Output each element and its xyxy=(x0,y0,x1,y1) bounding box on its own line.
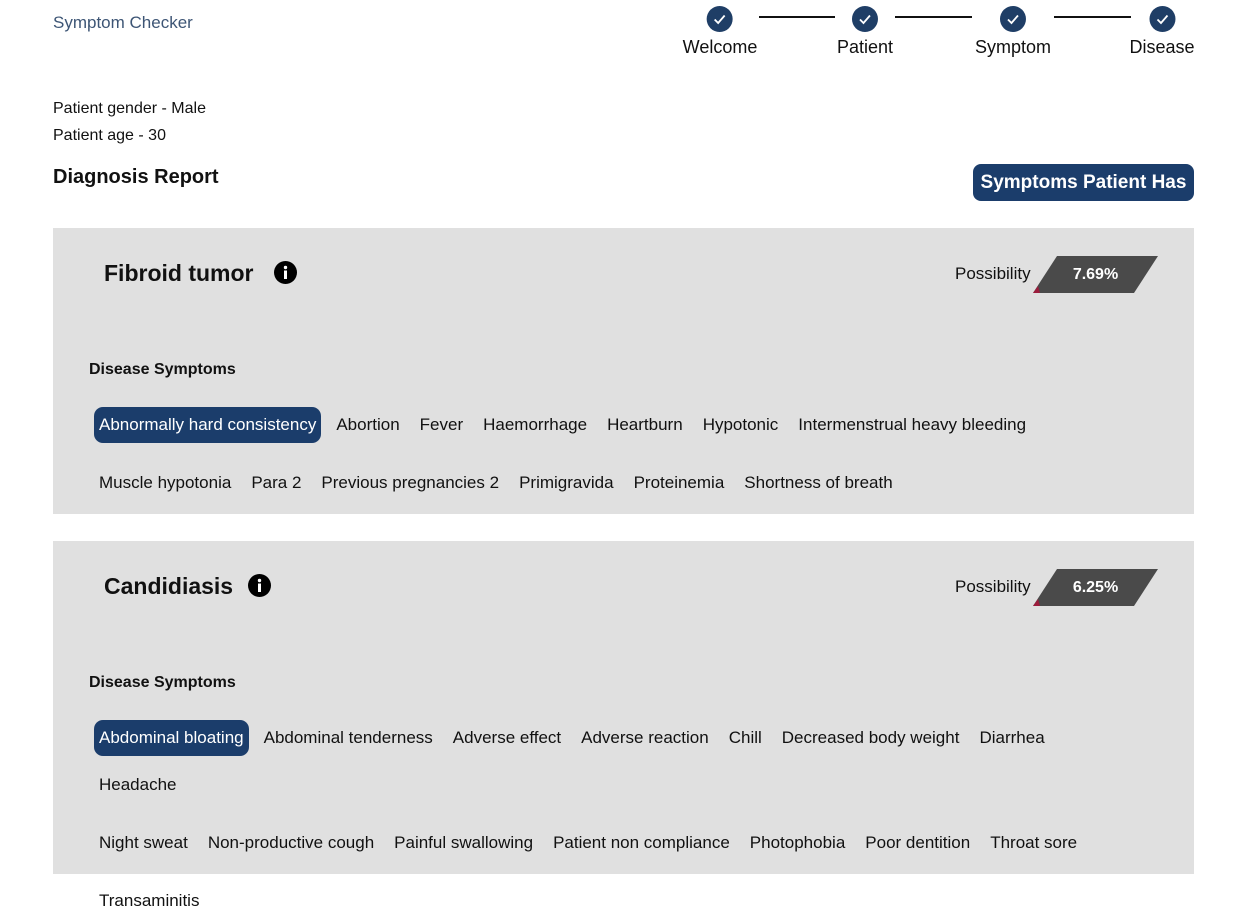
symptom-chip[interactable]: Haemorrhage xyxy=(478,407,592,443)
symptom-chips: Abdominal bloating Abdominal tenderness … xyxy=(94,720,1154,919)
patient-age: Patient age - 30 xyxy=(53,127,166,144)
disease-name: Fibroid tumor xyxy=(104,260,254,286)
symptom-chip[interactable]: Abdominal tenderness xyxy=(259,720,438,756)
info-icon[interactable] xyxy=(248,574,271,597)
symptom-chip[interactable]: Headache xyxy=(94,767,182,803)
symptom-chip[interactable]: Abnormally hard consistency xyxy=(94,407,322,443)
possibility-label: Possibility xyxy=(955,577,1031,596)
symptom-chip[interactable]: Diarrhea xyxy=(974,720,1049,756)
step-label: Disease xyxy=(1129,37,1195,57)
symptom-chip[interactable]: Transaminitis xyxy=(94,883,204,919)
symptom-chip[interactable]: Abdominal bloating xyxy=(94,720,249,756)
disease-name: Candidiasis xyxy=(104,573,234,599)
symptom-chip[interactable]: Patient non compliance xyxy=(548,825,735,861)
progress-stepper: Welcome Patient Symptom Disease xyxy=(0,6,1246,66)
info-icon[interactable] xyxy=(274,261,297,284)
step-welcome[interactable]: Welcome xyxy=(682,6,758,58)
symptom-chip[interactable]: Poor dentition xyxy=(860,825,975,861)
step-symptom[interactable]: Symptom xyxy=(975,6,1051,58)
symptoms-patient-has-button[interactable]: Symptoms Patient Has xyxy=(973,164,1194,201)
symptom-chip[interactable]: Hypotonic xyxy=(698,407,784,443)
possibility-value: 7.69% xyxy=(1072,266,1119,283)
symptom-chip[interactable]: Painful swallowing xyxy=(389,825,538,861)
disease-card: Fibroid tumor Possibility 7.69% Disease … xyxy=(53,228,1194,514)
symptom-chip[interactable]: Night sweat xyxy=(94,825,193,861)
symptom-chip[interactable]: Adverse effect xyxy=(448,720,566,756)
possibility-value: 6.25% xyxy=(1072,579,1119,596)
symptom-chip[interactable]: Muscle hypotonia xyxy=(94,465,236,501)
step-connector xyxy=(895,16,972,18)
symptom-chip[interactable]: Primigravida xyxy=(514,465,618,501)
possibility-badge: 6.25% xyxy=(1033,569,1158,606)
symptom-chip[interactable]: Heartburn xyxy=(602,407,688,443)
patient-info: Patient gender - Male Patient age - 30 xyxy=(53,95,206,149)
symptom-chip[interactable]: Previous pregnancies 2 xyxy=(316,465,504,501)
disease-symptoms-label: Disease Symptoms xyxy=(89,674,236,691)
symptom-chip[interactable]: Chill xyxy=(724,720,767,756)
disease-symptoms-label: Disease Symptoms xyxy=(89,361,236,378)
step-connector xyxy=(1054,16,1131,18)
symptom-chip[interactable]: Proteinemia xyxy=(629,465,730,501)
disease-card: Candidiasis Possibility 6.25% Disease Sy… xyxy=(53,541,1194,910)
symptom-chip[interactable]: Abortion xyxy=(331,407,404,443)
step-connector xyxy=(759,16,835,18)
symptom-chip[interactable]: Throat sore xyxy=(985,825,1082,861)
symptom-chip[interactable]: Shortness of breath xyxy=(739,465,897,501)
symptom-chip[interactable]: Intermenstrual heavy bleeding xyxy=(793,407,1031,443)
symptom-chips: Abnormally hard consistency Abortion Fev… xyxy=(94,407,1154,501)
step-label: Welcome xyxy=(682,37,758,57)
symptom-chip[interactable]: Adverse reaction xyxy=(576,720,714,756)
step-label: Symptom xyxy=(974,37,1052,57)
step-patient[interactable]: Patient xyxy=(837,6,893,58)
possibility-label: Possibility xyxy=(955,264,1031,283)
symptom-chip[interactable]: Photophobia xyxy=(745,825,850,861)
symptom-chip[interactable]: Fever xyxy=(415,407,468,443)
check-icon xyxy=(1000,6,1026,32)
symptom-chip[interactable]: Decreased body weight xyxy=(777,720,965,756)
step-label: Patient xyxy=(836,37,894,57)
check-icon xyxy=(1149,6,1175,32)
report-title: Diagnosis Report xyxy=(53,166,219,188)
check-icon xyxy=(851,6,878,32)
patient-gender: Patient gender - Male xyxy=(53,100,206,117)
symptom-chip[interactable]: Non-productive cough xyxy=(203,825,379,861)
symptom-chip[interactable]: Para 2 xyxy=(246,465,306,501)
step-disease[interactable]: Disease xyxy=(1129,6,1195,58)
check-icon xyxy=(706,6,733,32)
possibility-badge: 7.69% xyxy=(1033,256,1158,293)
